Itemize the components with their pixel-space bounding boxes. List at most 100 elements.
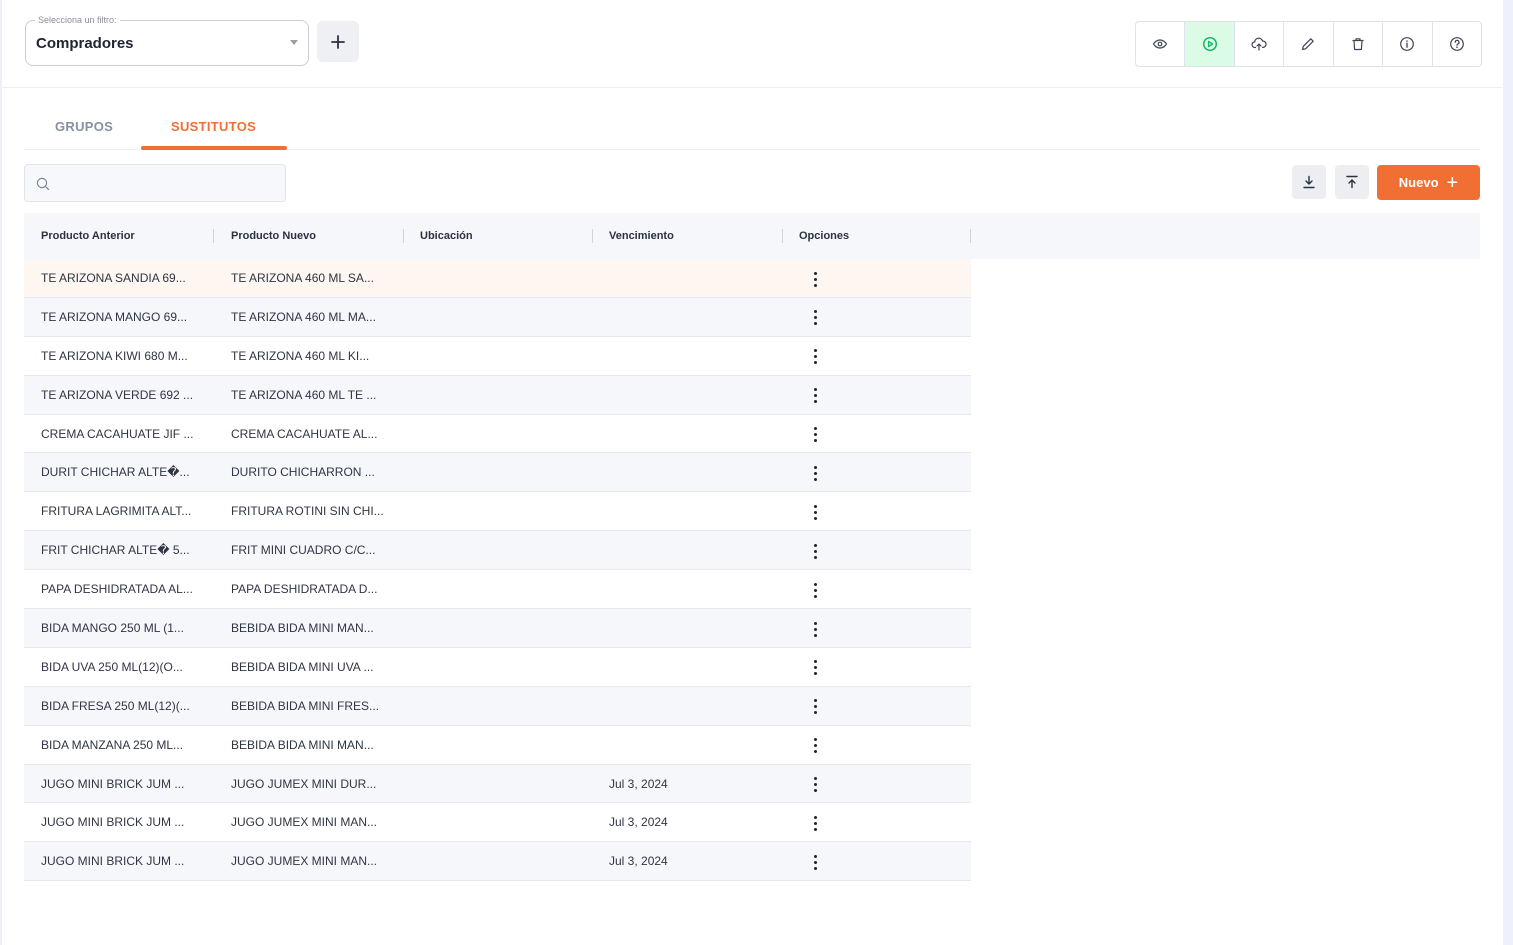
table-row[interactable]: BIDA UVA 250 ML(12)(O... BEBIDA BIDA MINI… (24, 648, 971, 687)
more-options-icon[interactable] (807, 503, 823, 521)
table-row[interactable]: FRITURA LAGRIMITA ALT... FRITURA ROTINI S… (24, 492, 971, 532)
cell-producto-anterior: FRIT CHICHAR ALTE� 5... (41, 543, 190, 558)
help-icon (1449, 37, 1464, 51)
column-header-ubicacion[interactable]: Ubicación (420, 213, 473, 259)
chevron-down-icon[interactable] (290, 40, 298, 45)
plus-icon: + (1446, 171, 1459, 194)
filter-select[interactable]: Selecciona un filtro: Compradores (25, 14, 309, 66)
table-row[interactable]: JUGO MINI BRICK JUM ... JUGO JUMEX MINI D… (24, 764, 971, 804)
table-header: Producto Anterior Producto Nuevo Ubicaci… (24, 213, 1480, 259)
filter-value: Compradores (36, 35, 134, 52)
trash-icon (1352, 38, 1364, 51)
new-button[interactable]: Nuevo + (1377, 165, 1480, 200)
delete-button[interactable] (1334, 22, 1384, 66)
column-divider[interactable] (970, 229, 971, 243)
column-header-producto-nuevo[interactable]: Producto Nuevo (231, 213, 316, 259)
more-options-icon[interactable] (807, 620, 823, 638)
table-row[interactable]: TE ARIZONA KIWI 680 M... TE ARIZONA 460 M… (24, 337, 971, 376)
eye-icon (1153, 39, 1168, 49)
more-options-icon[interactable] (807, 542, 823, 560)
info-icon (1400, 37, 1415, 51)
table-row[interactable]: JUGO MINI BRICK JUM ... JUGO JUMEX MINI M… (24, 842, 971, 882)
window-frame-left (0, 0, 2, 945)
cell-producto-nuevo: TE ARIZONA 460 ML SA... (231, 271, 374, 285)
new-button-label: Nuevo (1398, 175, 1439, 190)
tab-bar: GRUPOS SUSTITUTOS (24, 106, 1480, 150)
help-button[interactable] (1433, 22, 1481, 66)
info-button[interactable] (1383, 22, 1433, 66)
column-header-vencimiento[interactable]: Vencimiento (609, 213, 674, 259)
window-scrollbar-track[interactable] (1503, 0, 1513, 945)
table-row[interactable]: DURIT CHICHAR ALTE�... DURITO CHICHARRON … (24, 453, 971, 493)
table-row[interactable]: CREMA CACAHUATE JIF ... CREMA CACAHUATE A… (24, 415, 971, 454)
cell-producto-nuevo: PAPA DESHIDRATADA D... (231, 582, 378, 597)
download-button[interactable] (1292, 165, 1326, 199)
cell-producto-nuevo: TE ARIZONA 460 ML KI... (231, 348, 370, 363)
table-row[interactable]: TE ARIZONA VERDE 692 ... TE ARIZONA 460 M… (24, 375, 971, 415)
active-tab-indicator (141, 146, 287, 150)
cell-producto-nuevo: BEBIDA BIDA MINI UVA ... (231, 659, 374, 674)
upload-icon (1346, 175, 1358, 189)
cell-producto-anterior: JUGO MINI BRICK JUM ... (41, 776, 185, 791)
more-options-icon[interactable] (807, 698, 823, 716)
column-divider[interactable] (213, 229, 214, 243)
cell-vencimiento: Jul 3, 2024 (609, 776, 668, 791)
plus-icon (331, 34, 345, 49)
column-divider[interactable] (403, 229, 404, 243)
more-options-icon[interactable] (807, 309, 823, 327)
cell-producto-nuevo: JUGO JUMEX MINI MAN... (231, 815, 378, 830)
cell-producto-anterior: FRITURA LAGRIMITA ALT... (41, 504, 192, 519)
search-icon (36, 177, 50, 191)
more-options-icon[interactable] (807, 464, 823, 482)
column-divider[interactable] (782, 229, 783, 243)
pencil-icon (1302, 38, 1315, 50)
cloud-upload-icon (1251, 37, 1267, 51)
search-input[interactable] (57, 165, 277, 201)
cell-producto-nuevo: DURITO CHICHARRON ... (231, 465, 375, 480)
cell-producto-anterior: TE ARIZONA KIWI 680 M... (41, 348, 188, 363)
cell-producto-nuevo: TE ARIZONA 460 ML TE ... (231, 387, 377, 402)
more-options-icon[interactable] (807, 348, 823, 366)
more-options-icon[interactable] (807, 426, 823, 444)
more-options-icon[interactable] (807, 776, 823, 794)
more-options-icon[interactable] (807, 270, 823, 288)
add-filter-button[interactable] (317, 21, 359, 62)
table-row[interactable]: FRIT CHICHAR ALTE� 5... FRIT MINI CUADRO … (24, 531, 971, 571)
table-row[interactable]: JUGO MINI BRICK JUM ... JUGO JUMEX MINI M… (24, 803, 971, 843)
cell-producto-anterior: TE ARIZONA VERDE 692 ... (41, 387, 194, 402)
column-header-opciones: Opciones (799, 230, 850, 242)
table-row[interactable]: BIDA MANZANA 250 ML... BEBIDA BIDA MINI M… (24, 726, 971, 765)
table-row[interactable]: TE ARIZONA MANGO 69... TE ARIZONA 460 ML … (24, 297, 971, 337)
cell-producto-anterior: JUGO MINI BRICK JUM ... (41, 854, 185, 869)
cell-producto-anterior: BIDA FRESA 250 ML(12)(... (41, 698, 190, 713)
table-body: TE ARIZONA SANDIA 69... TE ARIZONA 460 ML… (24, 259, 971, 882)
cell-producto-anterior: TE ARIZONA SANDIA 69... (41, 271, 186, 285)
view-button[interactable] (1136, 22, 1186, 66)
column-header-producto-anterior[interactable]: Producto Anterior (41, 213, 135, 259)
more-options-icon[interactable] (807, 853, 823, 871)
more-options-icon[interactable] (807, 737, 823, 755)
cell-producto-nuevo: FRIT MINI CUADRO C/C... (231, 543, 376, 558)
cell-producto-anterior: BIDA MANGO 250 ML (1... (41, 621, 184, 636)
edit-button[interactable] (1284, 22, 1334, 66)
more-options-icon[interactable] (807, 581, 823, 599)
action-toolbar (1135, 21, 1482, 67)
table-row[interactable]: BIDA FRESA 250 ML(12)(... BEBIDA BIDA MIN… (24, 686, 971, 726)
play-button[interactable] (1185, 22, 1235, 66)
table-row[interactable]: TE ARIZONA SANDIA 69... TE ARIZONA 460 ML… (24, 259, 971, 298)
upload-button[interactable] (1335, 165, 1369, 199)
cell-producto-anterior: JUGO MINI BRICK JUM ... (41, 815, 185, 830)
top-toolbar: Selecciona un filtro: Compradores (2, 0, 1503, 88)
cell-producto-nuevo: BEBIDA BIDA MINI FRES... (231, 698, 380, 713)
column-divider[interactable] (592, 229, 593, 243)
table-row[interactable]: BIDA MANGO 250 ML (1... BEBIDA BIDA MINI … (24, 609, 971, 648)
more-options-icon[interactable] (807, 387, 823, 405)
table-row[interactable]: PAPA DESHIDRATADA AL... PAPA DESHIDRATADA… (24, 570, 971, 610)
tab-grupos[interactable]: GRUPOS (55, 119, 113, 134)
more-options-icon[interactable] (807, 814, 823, 832)
upload-cloud-button[interactable] (1235, 22, 1285, 66)
more-options-icon[interactable] (807, 659, 823, 677)
cell-producto-anterior: PAPA DESHIDRATADA AL... (41, 582, 193, 597)
cell-producto-anterior: CREMA CACAHUATE JIF ... (41, 426, 194, 441)
tab-sustitutos[interactable]: SUSTITUTOS (171, 119, 256, 134)
